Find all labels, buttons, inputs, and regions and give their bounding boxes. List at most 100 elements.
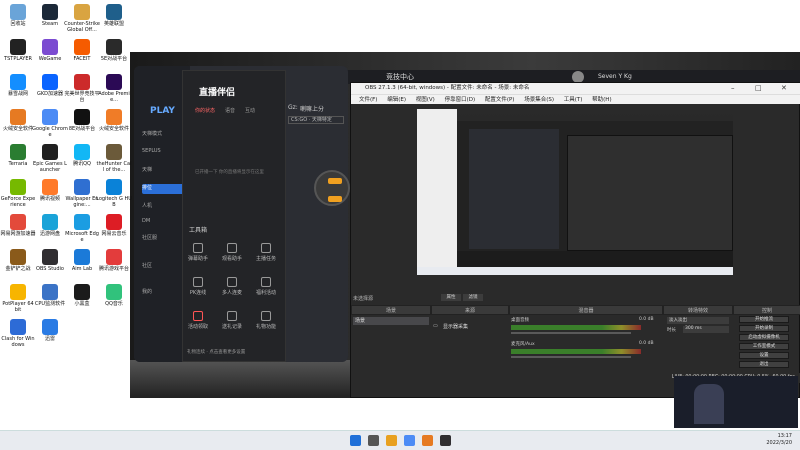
- tool-item[interactable]: 主播任务: [255, 243, 277, 262]
- desktop-icon[interactable]: CPU监测软件: [32, 284, 68, 307]
- virtual-camera-button[interactable]: 启动虚拟摄像机: [739, 334, 789, 341]
- desktop-icon[interactable]: PotPlayer 64 bit: [0, 284, 36, 313]
- menu-item-active[interactable]: 排位: [142, 184, 186, 194]
- app-icon[interactable]: [422, 435, 433, 446]
- desktop-icon[interactable]: Logitech G HUB: [96, 179, 132, 208]
- tool-item[interactable]: 观看助手: [221, 243, 243, 262]
- tool-item[interactable]: 多人连麦: [221, 277, 243, 296]
- tool-item[interactable]: 弹幕助手: [187, 243, 209, 262]
- tool-item[interactable]: 福利活动: [255, 277, 277, 296]
- desktop-icon-label: Terraria: [8, 161, 28, 167]
- desktop-icon[interactable]: 暴雪战网: [0, 74, 36, 97]
- desktop-icon[interactable]: 8E对战平台: [64, 109, 100, 132]
- desktop-icon[interactable]: Wallpaper Engine:...: [64, 179, 100, 208]
- desktop-icon-label: WeGame: [38, 56, 62, 62]
- menu-item[interactable]: 5EPLUS: [142, 148, 186, 158]
- source-item[interactable]: 显示器采集: [433, 323, 507, 331]
- desktop-icon[interactable]: 5E对战平台: [96, 39, 132, 62]
- tab[interactable]: 语音: [225, 107, 235, 114]
- desktop-icon[interactable]: 网易网游加速器: [0, 214, 36, 237]
- desktop-icon[interactable]: 金铲铲之战: [0, 249, 36, 272]
- search-icon[interactable]: [368, 435, 379, 446]
- desktop-icon[interactable]: QQ音乐: [96, 284, 132, 307]
- desktop-icon[interactable]: 火绒安全软件: [0, 109, 36, 132]
- desktop-icon[interactable]: 完美世界竞技平台: [64, 74, 100, 103]
- tab[interactable]: 互动: [245, 107, 255, 114]
- tool-item[interactable]: 礼物功能: [255, 311, 277, 330]
- exit-button[interactable]: 退出: [739, 361, 789, 368]
- menu-item[interactable]: 社区: [142, 262, 186, 272]
- clock-date: 2022/3/20: [766, 440, 792, 446]
- obs-preview[interactable]: [417, 109, 733, 275]
- desktop-icon[interactable]: theHunter Call of the...: [96, 144, 132, 173]
- properties-button[interactable]: 属性: [441, 294, 461, 301]
- menu-item[interactable]: 天梯: [142, 166, 186, 176]
- settings-button[interactable]: 设置: [739, 352, 789, 359]
- tool-item[interactable]: PK连线: [187, 277, 209, 296]
- desktop-icon[interactable]: Google Chrome: [32, 109, 68, 138]
- chrome-icon[interactable]: [404, 435, 415, 446]
- volume-slider[interactable]: [511, 356, 631, 358]
- desktop-icon[interactable]: Aim Lab: [64, 249, 100, 272]
- desktop-icon[interactable]: 网易云音乐: [96, 214, 132, 237]
- desktop-icon[interactable]: 迅雷: [32, 319, 68, 342]
- menu-help[interactable]: 帮助(H): [592, 97, 611, 103]
- menu-edit[interactable]: 编辑(E): [387, 97, 406, 103]
- desktop-icon[interactable]: 腾讯QQ: [64, 144, 100, 167]
- menu-item[interactable]: 天梯模式: [142, 130, 186, 140]
- desktop-icon[interactable]: 腾讯视频: [32, 179, 68, 202]
- desktop-icon[interactable]: Counter-Strike Global Off...: [64, 4, 100, 33]
- desktop-icon[interactable]: FACEIT: [64, 39, 100, 62]
- app-icon: [42, 144, 58, 160]
- menu-view[interactable]: 视图(V): [416, 97, 435, 103]
- desktop-icon[interactable]: 火绒安全软件: [96, 109, 132, 132]
- filters-button[interactable]: 滤镜: [463, 294, 483, 301]
- desktop-icon[interactable]: 英雄联盟: [96, 4, 132, 27]
- tool-icon: [261, 277, 271, 287]
- menu-scene-collection[interactable]: 场景集合(S): [524, 97, 554, 103]
- desktop-icon[interactable]: 迅游网盘: [32, 214, 68, 237]
- start-streaming-button[interactable]: 开始推流: [739, 316, 789, 323]
- scene-item[interactable]: 场景: [353, 317, 429, 325]
- desktop-icon[interactable]: Steam: [32, 4, 68, 27]
- desktop-icon[interactable]: GKD加速器: [32, 74, 68, 97]
- volume-slider[interactable]: [511, 332, 631, 334]
- duration-input[interactable]: 300 ms: [683, 326, 729, 333]
- app-icon: [42, 284, 58, 300]
- menu-file[interactable]: 文件(F): [359, 97, 377, 103]
- tab[interactable]: 你的状态: [195, 107, 215, 114]
- desktop-icon[interactable]: Microsoft Edge: [64, 214, 100, 243]
- studio-mode-button[interactable]: 工作室模式: [739, 343, 789, 350]
- menu-item[interactable]: 社区服: [142, 234, 186, 244]
- desktop-icon[interactable]: OBS Studio: [32, 249, 68, 272]
- start-icon[interactable]: [350, 435, 361, 446]
- menu-item[interactable]: DM: [142, 218, 186, 228]
- tool-item[interactable]: 送礼记录: [221, 311, 243, 330]
- desktop-icon[interactable]: TSTPLAYER: [0, 39, 36, 62]
- start-recording-button[interactable]: 开始录制: [739, 325, 789, 332]
- app-icon: [74, 74, 90, 90]
- menu-tools[interactable]: 工具(T): [564, 97, 583, 103]
- tool-item[interactable]: 活动领取: [187, 311, 209, 330]
- transition-select[interactable]: 淡入淡出: [667, 317, 729, 324]
- desktop-icon[interactable]: Epic Games Launcher: [32, 144, 68, 173]
- close-icon[interactable]: ✕: [781, 84, 787, 92]
- desktop-icon[interactable]: 腾讯游戏平台: [96, 249, 132, 272]
- desktop-icon[interactable]: Clash for Windows: [0, 319, 36, 348]
- obs-icon[interactable]: [440, 435, 451, 446]
- menu-profile[interactable]: 配置文件(P): [485, 97, 515, 103]
- minimize-icon[interactable]: –: [731, 84, 735, 92]
- menu-item[interactable]: 人机: [142, 202, 186, 212]
- maximize-icon[interactable]: □: [755, 84, 762, 92]
- menu-item[interactable]: 我的: [142, 288, 186, 298]
- game-select[interactable]: CS:GO · 天梯特定: [288, 116, 344, 124]
- desktop-icon[interactable]: 回收站: [0, 4, 36, 27]
- folder-icon[interactable]: [386, 435, 397, 446]
- desktop-icon-label: Wallpaper Engine:...: [65, 196, 99, 208]
- menu-docks[interactable]: 停靠窗口(D): [445, 97, 476, 103]
- desktop-icon[interactable]: Adobe Premie...: [96, 74, 132, 103]
- desktop-icon[interactable]: Terraria: [0, 144, 36, 167]
- desktop-icon[interactable]: WeGame: [32, 39, 68, 62]
- desktop-icon[interactable]: GeForce Experience: [0, 179, 36, 208]
- desktop-icon[interactable]: 小黑盒: [64, 284, 100, 307]
